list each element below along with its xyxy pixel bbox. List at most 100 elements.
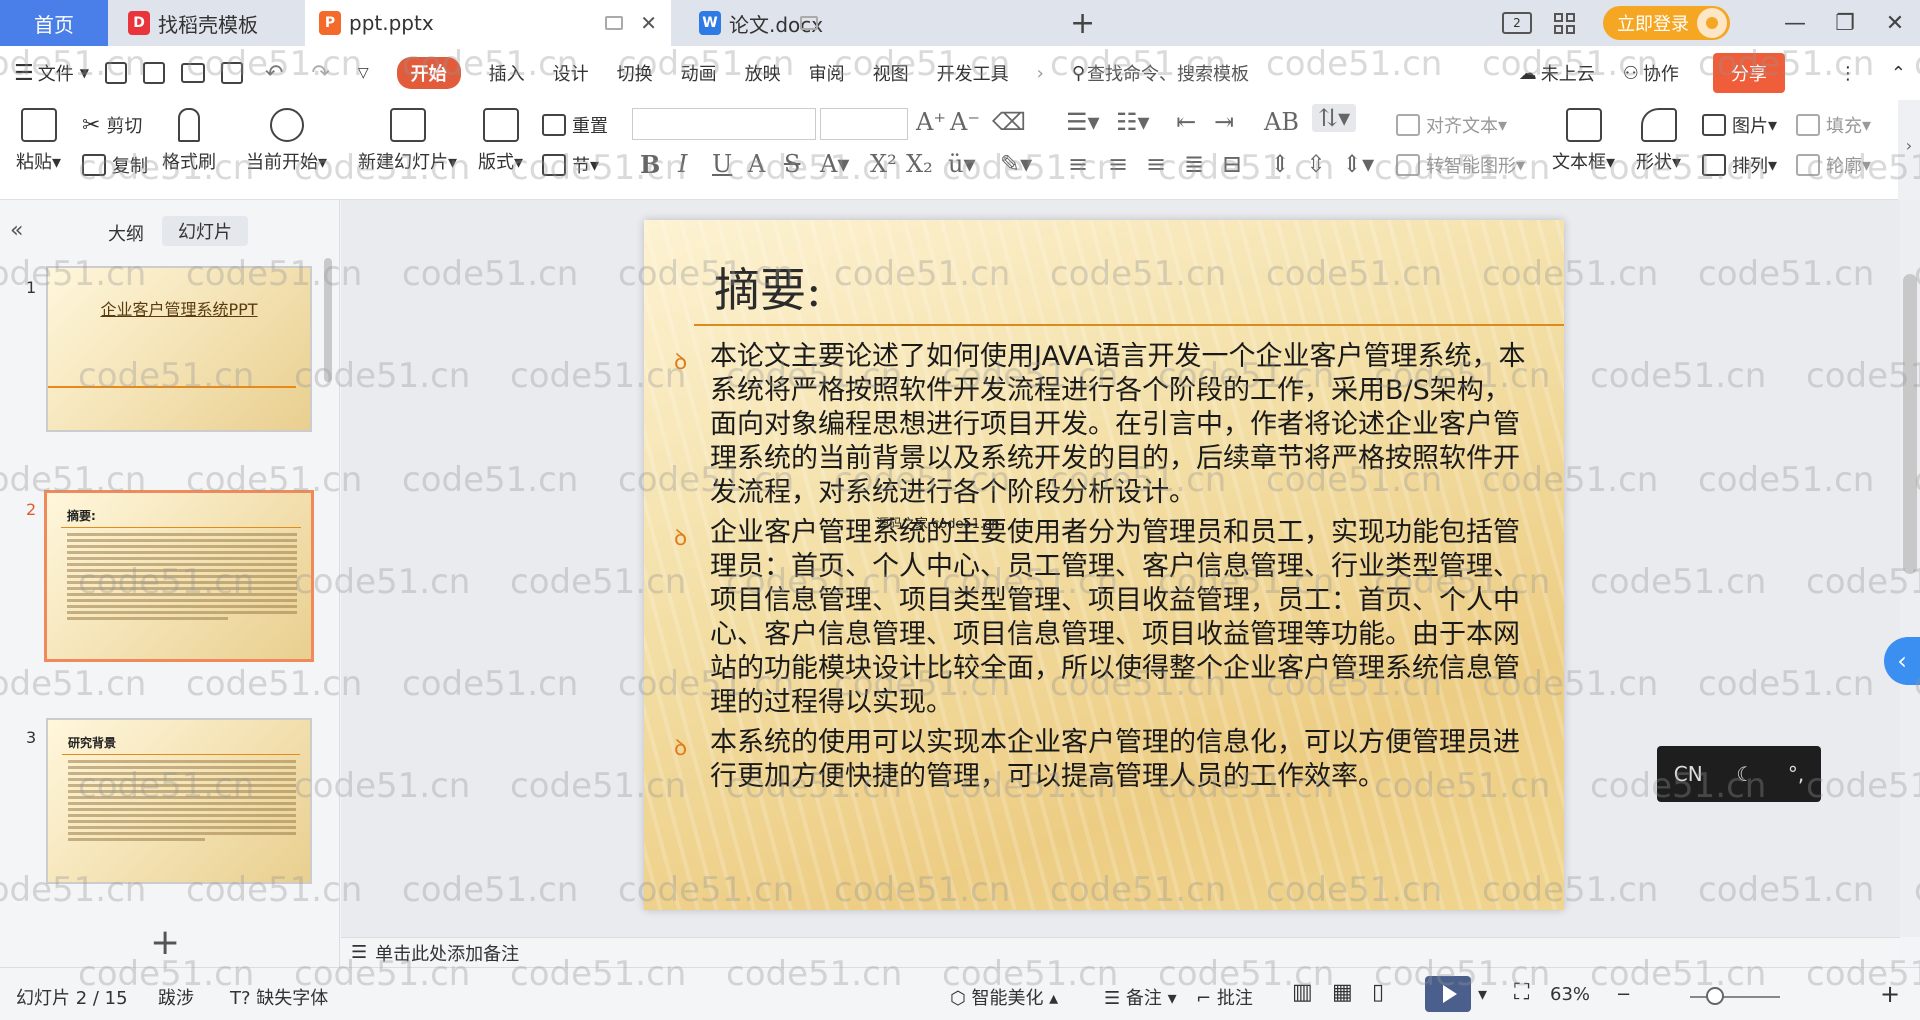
redo-icon[interactable]: ↷ — [311, 61, 329, 86]
menu-dev[interactable]: 开发工具 — [937, 60, 1009, 86]
slide-thumbnail-2[interactable]: 摘要: — [44, 490, 314, 662]
zoom-slider-knob[interactable] — [1706, 987, 1724, 1005]
text-direction-icon[interactable]: AB — [1264, 108, 1299, 136]
paragraph-spacing-icon[interactable]: ⇳ — [1306, 150, 1326, 178]
minimize-button[interactable]: — — [1770, 11, 1820, 36]
line-spacing-up-icon[interactable]: ⇕ — [1270, 150, 1290, 178]
strikethrough-icon[interactable]: S — [784, 150, 800, 178]
decrease-indent-icon[interactable]: ⇤ — [1176, 108, 1196, 136]
bullet-list-icon[interactable]: ☰▾ — [1066, 108, 1100, 136]
fit-window-icon[interactable]: ⛶ — [1514, 980, 1529, 1005]
beautify-button[interactable]: ⬡ 智能美化 ▴ — [950, 984, 1058, 1010]
superscript-icon[interactable]: X² — [870, 150, 897, 178]
undo-icon[interactable]: ↶ — [265, 61, 283, 86]
new-slide-button[interactable]: 新建幻灯片▾ — [358, 108, 457, 174]
hamburger-icon[interactable]: ☰ — [14, 61, 34, 86]
current-slide[interactable]: 摘要: ꝺ 本论文主要论述了如何使用JAVA语言开发一个企业客户管理系统，本系统将… — [644, 220, 1564, 910]
subscript-icon[interactable]: X₂ — [906, 150, 933, 178]
spacing-options-icon[interactable]: ⇕▾ — [1342, 150, 1374, 178]
font-size-select[interactable] — [820, 108, 908, 140]
layout-button[interactable]: 版式▾ — [478, 108, 523, 174]
close-tab-icon[interactable]: ✕ — [640, 11, 657, 35]
zoom-level[interactable]: 63% — [1550, 984, 1590, 1005]
font-color-icon[interactable]: A▾ — [820, 150, 849, 178]
export-icon[interactable] — [142, 62, 165, 84]
textbox-button[interactable]: 文本框▾ — [1552, 108, 1615, 174]
search-command[interactable]: 查找命令、搜索模板 — [1087, 60, 1249, 86]
menu-insert[interactable]: 插入 — [489, 60, 525, 86]
monitor-icon[interactable] — [800, 16, 818, 30]
zoom-out-button[interactable]: − — [1616, 984, 1631, 1005]
more-icon[interactable]: ▽ — [358, 65, 369, 81]
play-from-current-button[interactable]: 当前开始▾ — [246, 108, 327, 174]
bold-icon[interactable]: B — [640, 150, 660, 179]
more-options-icon[interactable]: ⋮ — [1839, 63, 1857, 84]
shape-button[interactable]: 形状▾ — [1636, 108, 1681, 174]
decrease-font-icon[interactable]: A⁻ — [950, 108, 980, 136]
missing-font-button[interactable]: T? 缺失字体 — [230, 984, 328, 1010]
copy-button[interactable]: 复制 — [82, 152, 148, 178]
font-family-select[interactable] — [632, 108, 816, 140]
cut-button[interactable]: ✂ 剪切 — [82, 112, 142, 138]
tab-template[interactable]: D 找稻壳模板 — [112, 0, 302, 46]
increase-indent-icon[interactable]: ⇥ — [1214, 108, 1234, 136]
reading-view-icon[interactable]: ▯ — [1372, 980, 1384, 1005]
login-button[interactable]: 立即登录 — [1603, 6, 1730, 40]
outline-button[interactable]: 轮廓 ▾ — [1796, 152, 1871, 178]
normal-view-icon[interactable]: ▥ — [1292, 980, 1313, 1005]
zoom-in-button[interactable]: + — [1880, 980, 1900, 1008]
share-button[interactable]: 分享 — [1712, 53, 1785, 93]
canvas-scrollbar[interactable] — [1900, 200, 1920, 937]
ribbon-scroll-right[interactable]: › — [1898, 100, 1920, 200]
number-list-icon[interactable]: ☷▾ — [1116, 108, 1150, 136]
close-window-button[interactable]: ✕ — [1870, 11, 1920, 36]
collapse-panel-icon[interactable]: « — [10, 218, 23, 243]
preview-icon[interactable] — [220, 62, 243, 84]
underline-icon[interactable]: U — [712, 150, 732, 178]
increase-font-icon[interactable]: A⁺ — [916, 108, 946, 136]
menu-switch[interactable]: 切换 — [617, 60, 653, 86]
align-right-icon[interactable]: ≡ — [1146, 150, 1166, 178]
menu-play[interactable]: 放映 — [745, 60, 781, 86]
menu-start[interactable]: 开始 — [396, 57, 461, 89]
collab-button[interactable]: 协作 — [1643, 60, 1679, 86]
print-icon[interactable] — [180, 63, 205, 83]
tab-ppt[interactable]: Pppt.pptx ✕ — [305, 0, 671, 46]
clear-format-icon[interactable]: ⌫ — [992, 108, 1026, 136]
section-button[interactable]: 节 ▾ — [542, 152, 599, 178]
collab-icon[interactable]: ⚇ — [1623, 63, 1639, 84]
slide-thumbnail-3[interactable]: 研究背景 — [46, 718, 312, 884]
menu-animate[interactable]: 动画 — [681, 60, 717, 86]
slide-thumbnail-1[interactable]: 企业客户管理系统PPT — [46, 266, 312, 432]
tab-home[interactable]: 首页 — [0, 0, 108, 46]
scroll-thumb[interactable] — [1903, 274, 1917, 574]
distribute-icon[interactable]: ⊟ — [1222, 150, 1242, 178]
add-slide-button[interactable]: + — [150, 922, 180, 963]
play-options-icon[interactable]: ▾ — [1478, 984, 1487, 1005]
layout-icon[interactable]: 2 — [1502, 12, 1532, 34]
sorter-view-icon[interactable]: ▦ — [1332, 980, 1353, 1005]
theme-name[interactable]: 跋涉 — [158, 984, 194, 1010]
phonetic-icon[interactable]: ü▾ — [948, 150, 976, 178]
search-icon[interactable]: ⚲ — [1072, 63, 1085, 84]
chevron-down-icon[interactable]: ▼ — [80, 66, 89, 80]
smart-shape-button[interactable]: 转智能图形 ▾ — [1396, 152, 1525, 178]
monitor-icon[interactable] — [605, 16, 623, 30]
notes-area[interactable]: ☰ 单击此处添加备注 — [341, 937, 1900, 967]
italic-icon[interactable]: I — [678, 150, 687, 178]
paste-button[interactable]: 粘贴▾ — [16, 108, 61, 174]
zoom-slider[interactable] — [1690, 996, 1780, 998]
justify-icon[interactable]: ≣ — [1184, 150, 1204, 178]
menu-view[interactable]: 视图 — [873, 60, 909, 86]
play-slideshow-button[interactable] — [1425, 976, 1471, 1012]
menu-more-icon[interactable]: › — [1037, 63, 1044, 84]
menu-review[interactable]: 审阅 — [809, 60, 845, 86]
line-spacing-icon[interactable]: ⇅▾ — [1312, 104, 1357, 132]
tab-doc[interactable]: W 论文.docx — [685, 0, 1000, 46]
tab-outline[interactable]: 大纲 — [108, 220, 144, 246]
slide-body[interactable]: ꝺ 本论文主要论述了如何使用JAVA语言开发一个企业客户管理系统，本系统将严格按照… — [674, 340, 1534, 800]
tab-slides[interactable]: 幻灯片 — [162, 216, 248, 246]
text-shadow-icon[interactable]: A — [748, 150, 765, 178]
align-left-icon[interactable]: ≡ — [1068, 150, 1088, 178]
align-center-icon[interactable]: ≡ — [1108, 150, 1128, 178]
